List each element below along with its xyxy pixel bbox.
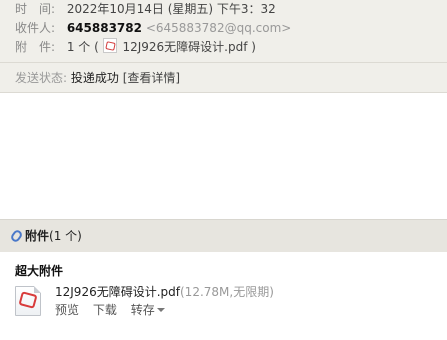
attachment-file-name[interactable]: 12J926无障碍设计.pdf: [55, 285, 180, 299]
time-value: 2022年10月14日 (星期五) 下午3：32: [66, 2, 276, 16]
attachment-label: 附 件:: [15, 40, 56, 54]
attachments-header: 附件(1 个): [0, 219, 447, 253]
attachment-count: 1 个 (: [66, 40, 99, 54]
preview-button[interactable]: 预览: [55, 303, 79, 317]
recipient-name[interactable]: 645883782: [67, 21, 142, 35]
large-attachment-title: 超大附件: [15, 264, 64, 278]
attachment-close-paren: ): [251, 40, 256, 54]
paperclip-icon: [9, 228, 24, 244]
attachment-actions: 预览 下载 转存: [55, 302, 165, 318]
time-label: 时 间:: [15, 2, 56, 16]
save-to-button[interactable]: 转存: [131, 303, 165, 317]
chevron-down-icon: [156, 308, 165, 312]
status-value: 投递成功: [70, 71, 119, 85]
status-detail-link[interactable]: [查看详情]: [123, 71, 180, 85]
mail-header: 时 间: 2022年10月14日 (星期五) 下午3：32 收件人: 64588…: [0, 0, 447, 93]
recipient-label: 收件人:: [15, 21, 56, 35]
save-to-label: 转存: [130, 303, 155, 317]
attachments-count: (1 个): [49, 229, 82, 243]
attachment-link[interactable]: 12J926无障碍设计.pdf: [122, 40, 247, 54]
attachments-heading: 附件: [25, 229, 50, 243]
time-row: 时 间: 2022年10月14日 (星期五) 下午3：32: [15, 0, 276, 18]
recipient-email[interactable]: <645883782@qq.com>: [146, 21, 292, 35]
status-row: 发送状态: 投递成功 [查看详情]: [15, 69, 180, 87]
download-button[interactable]: 下载: [93, 303, 117, 317]
attachment-file: 12J926无障碍设计.pdf(12.78M,无限期): [55, 284, 274, 300]
recipient-row: 收件人: 645883782 <645883782@qq.com>: [15, 19, 291, 37]
delivery-status-bar: 发送状态: 投递成功 [查看详情]: [0, 62, 447, 93]
status-label: 发送状态:: [15, 71, 68, 85]
pdf-file-icon[interactable]: [15, 286, 45, 318]
attachment-row: 附 件: 1 个 ( 12J926无障碍设计.pdf ): [15, 38, 256, 56]
attachments-title: 附件(1 个): [9, 228, 82, 244]
pdf-icon: [102, 38, 117, 53]
attachment-file-meta: (12.78M,无限期): [180, 285, 274, 299]
